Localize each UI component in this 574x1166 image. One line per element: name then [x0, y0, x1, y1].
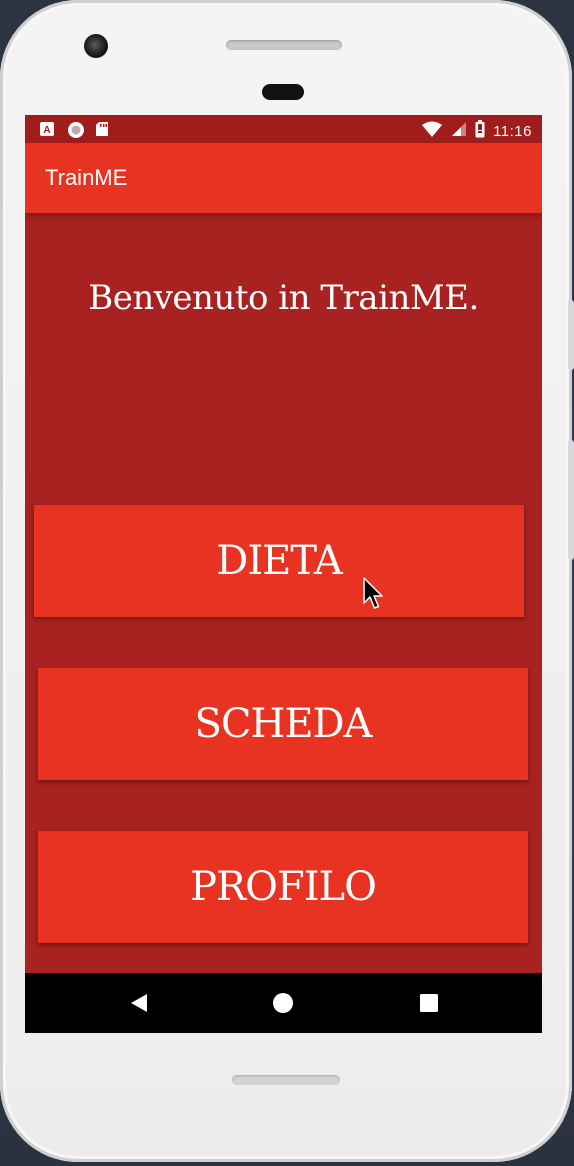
profilo-button[interactable]: PROFILO [38, 831, 528, 943]
record-icon [67, 121, 84, 138]
dieta-button[interactable]: DIETA [34, 505, 524, 617]
power-button [568, 300, 574, 370]
navigation-bar [25, 973, 542, 1033]
wifi-icon [421, 121, 443, 141]
screen: A 11:16 TrainME Benvenuto in TrainME. DI… [25, 115, 542, 1033]
back-icon [131, 994, 147, 1012]
proximity-sensor [262, 84, 304, 100]
svg-text:A: A [43, 125, 50, 136]
status-right-icons: 11:16 [421, 120, 532, 142]
volume-button [568, 440, 574, 560]
recents-icon [420, 994, 438, 1012]
earpiece-speaker [226, 40, 342, 50]
mouse-pointer-icon [363, 577, 383, 609]
back-button[interactable] [109, 973, 169, 1033]
status-bar: A 11:16 [25, 115, 542, 143]
battery-icon [475, 120, 485, 142]
home-button[interactable] [253, 973, 313, 1033]
recents-button[interactable] [399, 973, 459, 1033]
home-icon [273, 993, 293, 1013]
welcome-text: Benvenuto in TrainME. [88, 278, 479, 318]
bottom-speaker [232, 1075, 340, 1085]
status-left-icons: A [39, 121, 111, 138]
a-notification-icon: A [39, 121, 55, 137]
sd-card-icon [95, 121, 111, 137]
phone-frame: A 11:16 TrainME Benvenuto in TrainME. DI… [0, 0, 574, 1162]
app-bar: TrainME [25, 143, 542, 213]
app-title: TrainME [45, 165, 128, 190]
scheda-button[interactable]: SCHEDA [38, 668, 528, 780]
status-clock: 11:16 [493, 122, 532, 140]
signal-icon [451, 121, 467, 141]
front-camera [84, 34, 108, 58]
